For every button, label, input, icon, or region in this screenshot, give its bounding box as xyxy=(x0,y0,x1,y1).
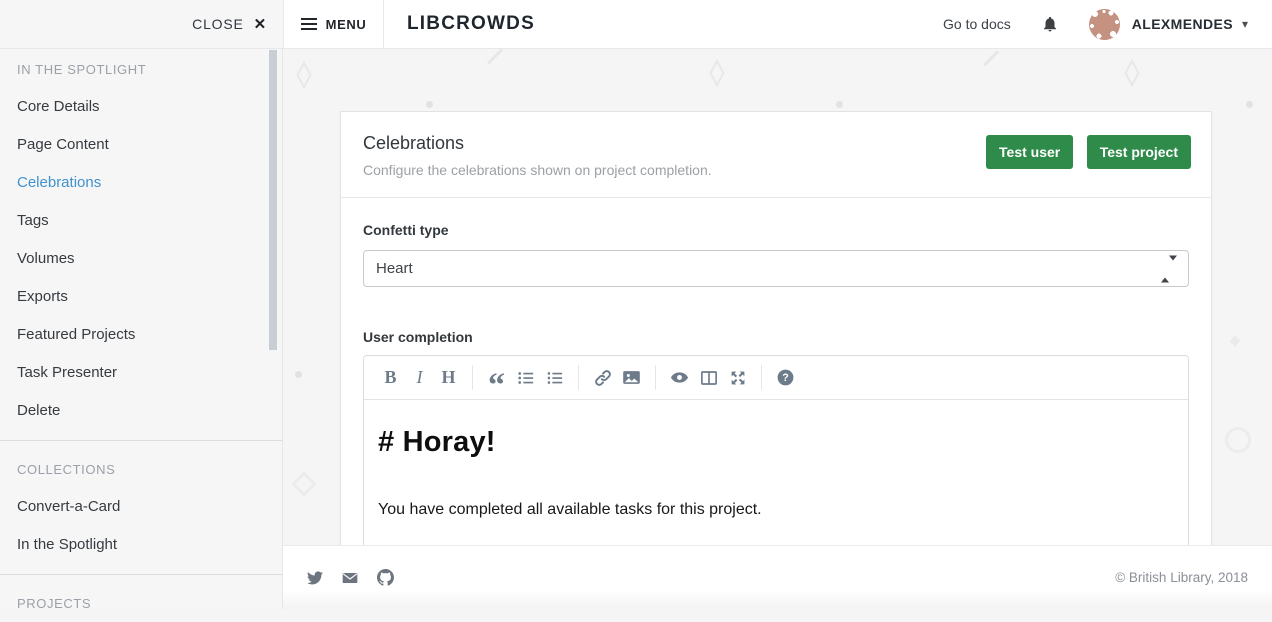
top-bar: CLOSE ✕ MENU LIBCROWDS Go to docs ALEXME… xyxy=(0,0,1272,49)
unordered-list-icon[interactable] xyxy=(511,363,540,392)
sidebar-section-header: IN THE SPOTLIGHT xyxy=(0,51,282,88)
select-arrows-icon xyxy=(1161,260,1177,277)
italic-icon[interactable]: I xyxy=(405,363,434,392)
sidebar-item-exports[interactable]: Exports xyxy=(0,278,282,316)
editor-heading-text: # Horay! xyxy=(378,426,1174,459)
fullscreen-icon[interactable] xyxy=(723,363,752,392)
decor-dot xyxy=(836,101,843,108)
toolbar-divider xyxy=(655,365,656,390)
user-completion-label: User completion xyxy=(363,329,1189,345)
sidebar-item-task-presenter[interactable]: Task Presenter xyxy=(0,354,282,392)
decor-dot xyxy=(1246,101,1253,108)
link-icon[interactable] xyxy=(588,363,617,392)
hamburger-icon xyxy=(301,15,317,33)
close-label: CLOSE xyxy=(192,16,243,32)
preview-eye-icon[interactable] xyxy=(665,363,694,392)
sidebar-item-featured-projects[interactable]: Featured Projects xyxy=(0,316,282,354)
editor-body-text: You have completed all available tasks f… xyxy=(378,501,1174,519)
sidebar-item-delete[interactable]: Delete xyxy=(0,392,282,430)
decor-line xyxy=(983,50,999,66)
topbar-divider xyxy=(383,0,384,48)
username[interactable]: ALEXMENDES xyxy=(1132,16,1233,32)
main-content: Celebrations Configure the celebrations … xyxy=(283,49,1272,545)
footer: © British Library, 2018 xyxy=(283,545,1272,609)
confetti-type-label: Confetti type xyxy=(363,222,449,238)
toolbar-divider xyxy=(472,365,473,390)
quote-icon[interactable]: “ xyxy=(482,363,511,392)
top-navbar: MENU LIBCROWDS Go to docs ALEXMENDES ▾ xyxy=(283,0,1272,49)
confetti-type-value: Heart xyxy=(376,260,413,277)
test-user-button[interactable]: Test user xyxy=(986,135,1073,169)
heading-icon[interactable]: H xyxy=(434,363,463,392)
sidebar-scrollbar[interactable] xyxy=(269,50,277,350)
decor-dot xyxy=(426,101,433,108)
decor-diamond xyxy=(1230,335,1240,348)
sidebar-header: CLOSE ✕ xyxy=(0,0,283,49)
editor-toolbar: B I H “ xyxy=(364,356,1188,400)
sidebar-item-page-content[interactable]: Page Content xyxy=(0,126,282,164)
confetti-type-select[interactable]: Heart xyxy=(363,250,1189,287)
chevron-down-icon[interactable]: ▾ xyxy=(1242,17,1248,31)
sidebar-item-convert-a-card[interactable]: Convert-a-Card xyxy=(0,488,282,526)
sidebar-section-header: COLLECTIONS xyxy=(0,451,282,488)
card-body: Confetti type Heart User completion B I … xyxy=(341,198,1211,545)
decor-dot xyxy=(295,371,302,378)
brand-logo[interactable]: LIBCROWDS xyxy=(407,13,535,35)
decor-diamond xyxy=(709,59,725,87)
editor-content-area[interactable]: # Horay! You have completed all availabl… xyxy=(364,400,1188,545)
email-envelope-icon[interactable] xyxy=(342,570,358,586)
celebrations-card: Celebrations Configure the celebrations … xyxy=(340,111,1212,545)
decor-diamond xyxy=(1124,59,1140,87)
close-sidebar-button[interactable]: CLOSE ✕ xyxy=(192,15,267,33)
sidebar-item-volumes[interactable]: Volumes xyxy=(0,240,282,278)
go-to-docs-link[interactable]: Go to docs xyxy=(943,16,1011,32)
markdown-editor: B I H “ xyxy=(363,355,1189,545)
ordered-list-icon[interactable] xyxy=(540,363,569,392)
sidebar-divider xyxy=(0,574,282,575)
test-project-button[interactable]: Test project xyxy=(1087,135,1191,169)
sidebar-item-in-the-spotlight[interactable]: In the Spotlight xyxy=(0,526,282,564)
side-by-side-columns-icon[interactable] xyxy=(694,363,723,392)
sidebar-item-celebrations[interactable]: Celebrations xyxy=(0,164,282,202)
card-header: Celebrations Configure the celebrations … xyxy=(341,112,1211,198)
help-guide-icon[interactable]: ? xyxy=(771,363,800,392)
menu-button[interactable]: MENU xyxy=(284,0,383,48)
sidebar-divider xyxy=(0,440,282,441)
menu-label: MENU xyxy=(326,17,367,32)
decor-line xyxy=(487,49,503,64)
toolbar-divider xyxy=(761,365,762,390)
sidebar-item-tags[interactable]: Tags xyxy=(0,202,282,240)
decor-diamond xyxy=(296,61,312,89)
close-icon: ✕ xyxy=(254,15,267,33)
user-avatar[interactable] xyxy=(1089,9,1120,40)
image-icon[interactable] xyxy=(617,363,646,392)
copyright-text: © British Library, 2018 xyxy=(1115,570,1248,585)
sidebar: IN THE SPOTLIGHT Core Details Page Conte… xyxy=(0,49,283,609)
twitter-icon[interactable] xyxy=(307,570,323,586)
sidebar-section-header: PROJECTS xyxy=(0,585,282,622)
sidebar-item-core-details[interactable]: Core Details xyxy=(0,88,282,126)
github-icon[interactable] xyxy=(377,569,394,586)
svg-text:?: ? xyxy=(782,372,789,384)
decor-circle xyxy=(1225,427,1251,453)
bold-icon[interactable]: B xyxy=(376,363,405,392)
decor-square xyxy=(291,471,316,496)
toolbar-divider xyxy=(578,365,579,390)
notifications-bell-icon[interactable] xyxy=(1041,15,1059,33)
